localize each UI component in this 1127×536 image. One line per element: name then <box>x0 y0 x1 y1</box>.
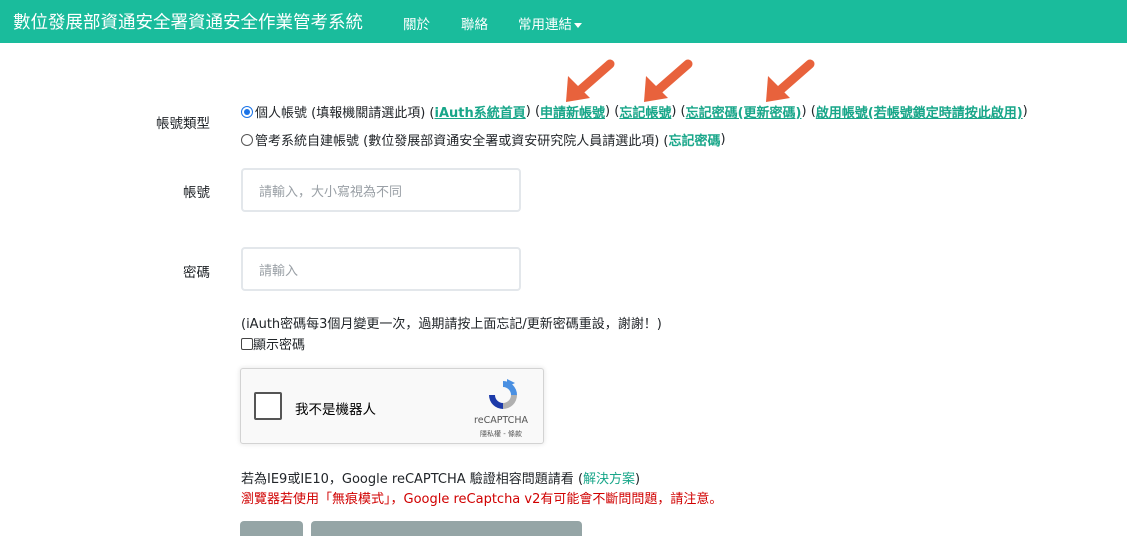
nav-links-label: 常用連結 <box>518 17 572 33</box>
link-enable-account[interactable]: 啟用帳號(若帳號鎖定時請按此啟用) <box>816 102 1023 121</box>
separator: ) ( <box>801 104 816 119</box>
link-apply-account[interactable]: 申請新帳號 <box>540 102 605 121</box>
separator: ) <box>635 472 641 487</box>
navbar: 數位發展部資通安全署資通安全作業管考系統 關於 聯絡 常用連結 <box>0 0 1127 43</box>
password-placeholder: 請輸入 <box>259 263 299 279</box>
recaptcha-links[interactable]: 隱私權 - 條款 <box>465 429 537 439</box>
link-forgot-account[interactable]: 忘記帳號 <box>619 102 671 121</box>
arrow-icon-apply <box>566 59 615 102</box>
show-password-checkbox[interactable] <box>241 338 253 350</box>
separator: ) ( <box>525 104 541 119</box>
radio-system[interactable] <box>241 133 253 146</box>
separator: ) ( <box>671 104 686 119</box>
arrow-icon-forgot-password <box>766 59 815 102</box>
ie-note-text: 若為IE9或IE10，Google reCAPTCHA 驗證相容問題請看 ( <box>241 472 584 487</box>
recaptcha-logo-icon <box>489 379 517 409</box>
recaptcha-checkbox[interactable] <box>254 392 282 420</box>
separator: ) <box>1022 104 1028 119</box>
separator: ) ( <box>605 104 620 119</box>
login-button[interactable] <box>240 521 303 536</box>
link-system-forgot-password[interactable]: 忘記密碼 <box>668 130 720 149</box>
option-system-text: 管考系統自建帳號 (數位發展部資通安全署或資安研究院人員請選此項) ( <box>255 134 669 149</box>
account-type-option-personal: 個人帳號 (填報機關請選此項) ( iAuth系統首頁 ) ( 申請新帳號 ) … <box>241 102 1028 121</box>
account-placeholder: 請輸入，大小寫視為不同 <box>259 184 403 200</box>
incognito-warning: 瀏覽器若使用「無痕模式」，Google reCaptcha v2有可能會不斷問問… <box>241 492 723 507</box>
password-label: 密碼 <box>183 265 210 281</box>
show-password-label[interactable]: 顯示密碼 <box>253 338 305 353</box>
iauth-login-button[interactable] <box>311 521 582 536</box>
account-label: 帳號 <box>183 185 210 201</box>
recaptcha-widget: 我不是機器人 reCAPTCHA 隱私權 - 條款 <box>240 368 544 444</box>
radio-personal[interactable] <box>241 105 253 118</box>
arrow-icon-forgot-account <box>644 59 693 102</box>
brand-title[interactable]: 數位發展部資通安全署資通安全作業管考系統 <box>13 9 363 34</box>
link-solution[interactable]: 解決方案 <box>583 472 635 487</box>
account-type-label: 帳號類型 <box>156 116 210 132</box>
password-input[interactable]: 請輸入 <box>241 247 521 291</box>
nav-contact[interactable]: 聯絡 <box>461 13 488 33</box>
option-personal-text: 個人帳號 (填報機關請選此項) ( <box>255 106 435 121</box>
account-input[interactable]: 請輸入，大小寫視為不同 <box>241 168 521 212</box>
password-note: (iAuth密碼每3個月變更一次，過期請按上面忘記/更新密碼重設，謝謝！) <box>241 317 662 332</box>
caret-down-icon <box>574 22 582 28</box>
nav-about[interactable]: 關於 <box>403 13 430 33</box>
account-type-option-system: 管考系統自建帳號 (數位發展部資通安全署或資安研究院人員請選此項) ( 忘記密碼… <box>241 130 726 149</box>
recaptcha-brand: reCAPTCHA <box>474 415 528 426</box>
ie-note: 若為IE9或IE10，Google reCAPTCHA 驗證相容問題請看 (解決… <box>241 468 640 487</box>
show-password-row[interactable]: 顯示密碼 <box>241 334 305 353</box>
recaptcha-label: 我不是機器人 <box>295 402 376 418</box>
separator: ) <box>720 132 726 147</box>
link-iauth-home[interactable]: iAuth系統首頁 <box>434 102 525 121</box>
nav-links-dropdown[interactable]: 常用連結 <box>518 13 582 33</box>
link-forgot-password[interactable]: 忘記密碼(更新密碼) <box>686 102 802 121</box>
